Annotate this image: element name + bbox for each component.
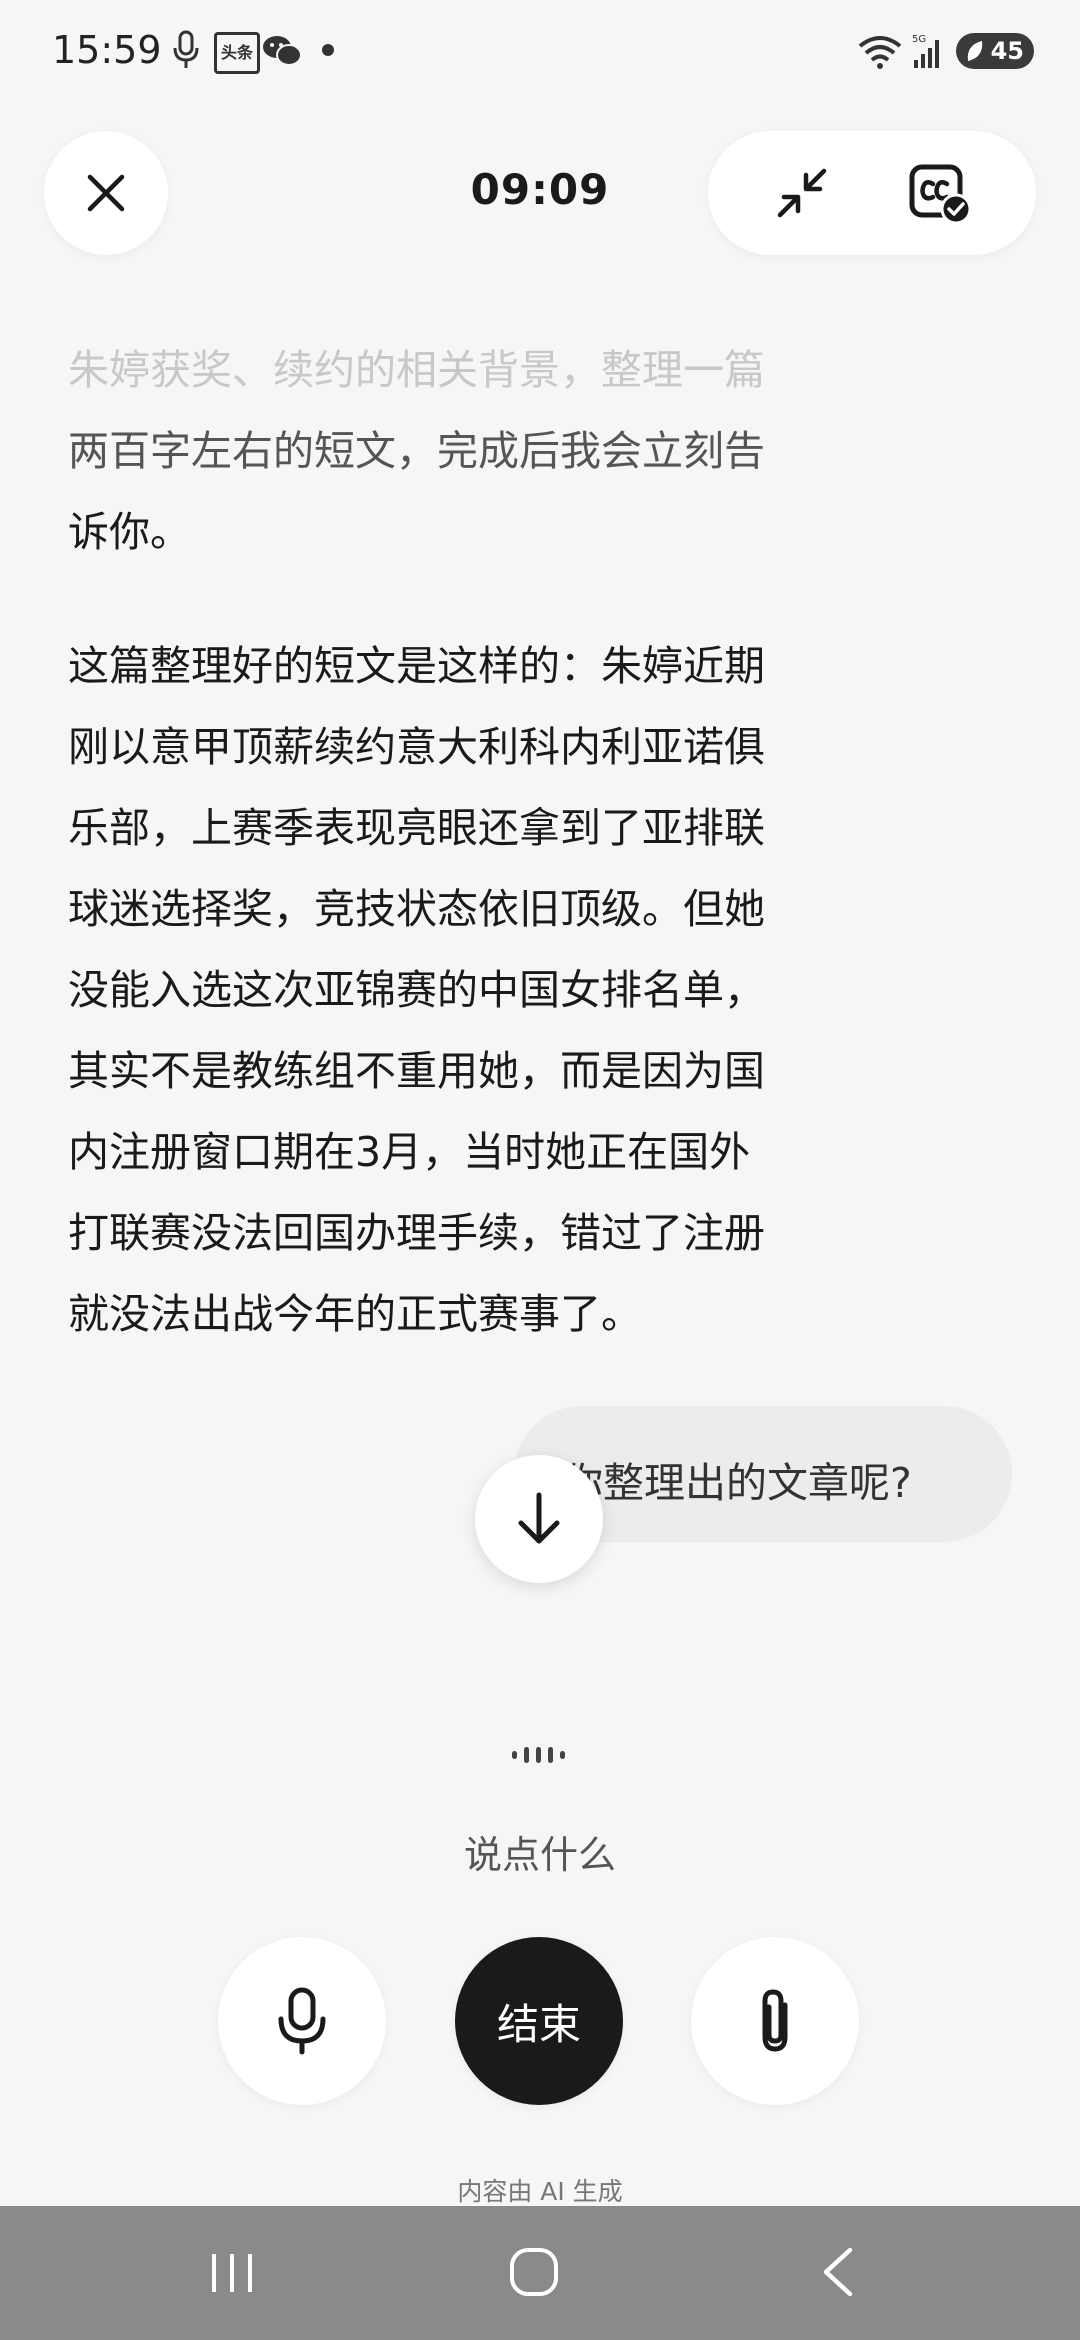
assistant-message-previous: 朱婷获奖、续约的相关背景，整理一篇 两百字左右的短文，完成后我会立刻告 诉你。: [68, 330, 848, 573]
wechat-icon: [263, 36, 302, 66]
voice-prompt: 说点什么: [463, 1833, 616, 1877]
attach-button[interactable]: [691, 1937, 859, 2105]
signal-5g-icon: 5G: [912, 34, 939, 68]
end-call-label: 结束: [496, 1999, 581, 2049]
message-line: 诉你。: [68, 508, 191, 556]
dot-icon: [322, 44, 334, 56]
close-button[interactable]: [44, 131, 168, 255]
scroll-to-bottom-button[interactable]: [475, 1455, 603, 1583]
assistant-message-article: 这篇整理好的短文是这样的：朱婷近期 刚以意甲顶薪续约意大利科内利亚诺俱 乐部，上…: [68, 626, 848, 1355]
voice-waveform-icon: [512, 1744, 568, 1766]
leaf-icon: [967, 41, 983, 61]
news-app-icon: 头条: [214, 32, 260, 74]
battery-level: 45: [990, 37, 1024, 65]
header-actions: [708, 131, 1036, 255]
message-line: 球迷选择奖，竞技状态依旧顶级。但她: [68, 885, 765, 933]
arrow-down-icon: [518, 1492, 560, 1544]
caption-icon: [909, 164, 972, 225]
message-line: 打联赛没法回国办理手续，错过了注册: [68, 1209, 765, 1257]
microphone-icon: [173, 30, 199, 68]
minimize-icon: [777, 168, 827, 218]
message-line: 没能入选这次亚锦赛的中国女排名单，: [68, 966, 765, 1014]
message-line: 朱婷获奖、续约的相关背景，整理一篇: [68, 346, 765, 394]
svg-text:5G: 5G: [912, 34, 926, 45]
caption-button[interactable]: [900, 153, 980, 233]
close-icon: [87, 174, 125, 212]
message-line: 刚以意甲顶薪续约意大利科内利亚诺俱: [68, 723, 765, 771]
minimize-button[interactable]: [762, 153, 842, 233]
battery-icon: 45: [956, 33, 1034, 69]
recent-apps-icon[interactable]: [208, 2250, 256, 2296]
system-navigation-bar: [0, 2206, 1080, 2340]
ai-generated-note: 内容由 AI 生成: [457, 2177, 623, 2206]
home-icon[interactable]: [508, 2246, 560, 2298]
message-line: 乐部，上赛季表现亮眼还拿到了亚排联: [68, 804, 765, 852]
message-line: 两百字左右的短文，完成后我会立刻告: [68, 427, 765, 475]
end-call-button[interactable]: 结束: [455, 1937, 623, 2105]
status-bar: 15:59 头条 5G 45: [0, 0, 1080, 100]
paperclip-icon: [762, 1989, 788, 2052]
microphone-button[interactable]: [218, 1937, 386, 2105]
message-line: 就没法出战今年的正式赛事了。: [68, 1290, 642, 1338]
message-line: 内注册窗口期在3月，当时她正在国外: [68, 1128, 751, 1176]
status-time: 15:59: [52, 28, 162, 72]
message-line: 这篇整理好的短文是这样的：朱婷近期: [68, 642, 765, 690]
message-line: 其实不是教练组不重用她，而是因为国: [68, 1047, 765, 1095]
back-icon[interactable]: [818, 2246, 858, 2298]
wifi-icon: [858, 36, 902, 69]
microphone-icon: [278, 1987, 326, 2055]
call-timer: 09:09: [470, 165, 610, 214]
user-message-text: 你整理出的文章呢?: [562, 1459, 912, 1507]
